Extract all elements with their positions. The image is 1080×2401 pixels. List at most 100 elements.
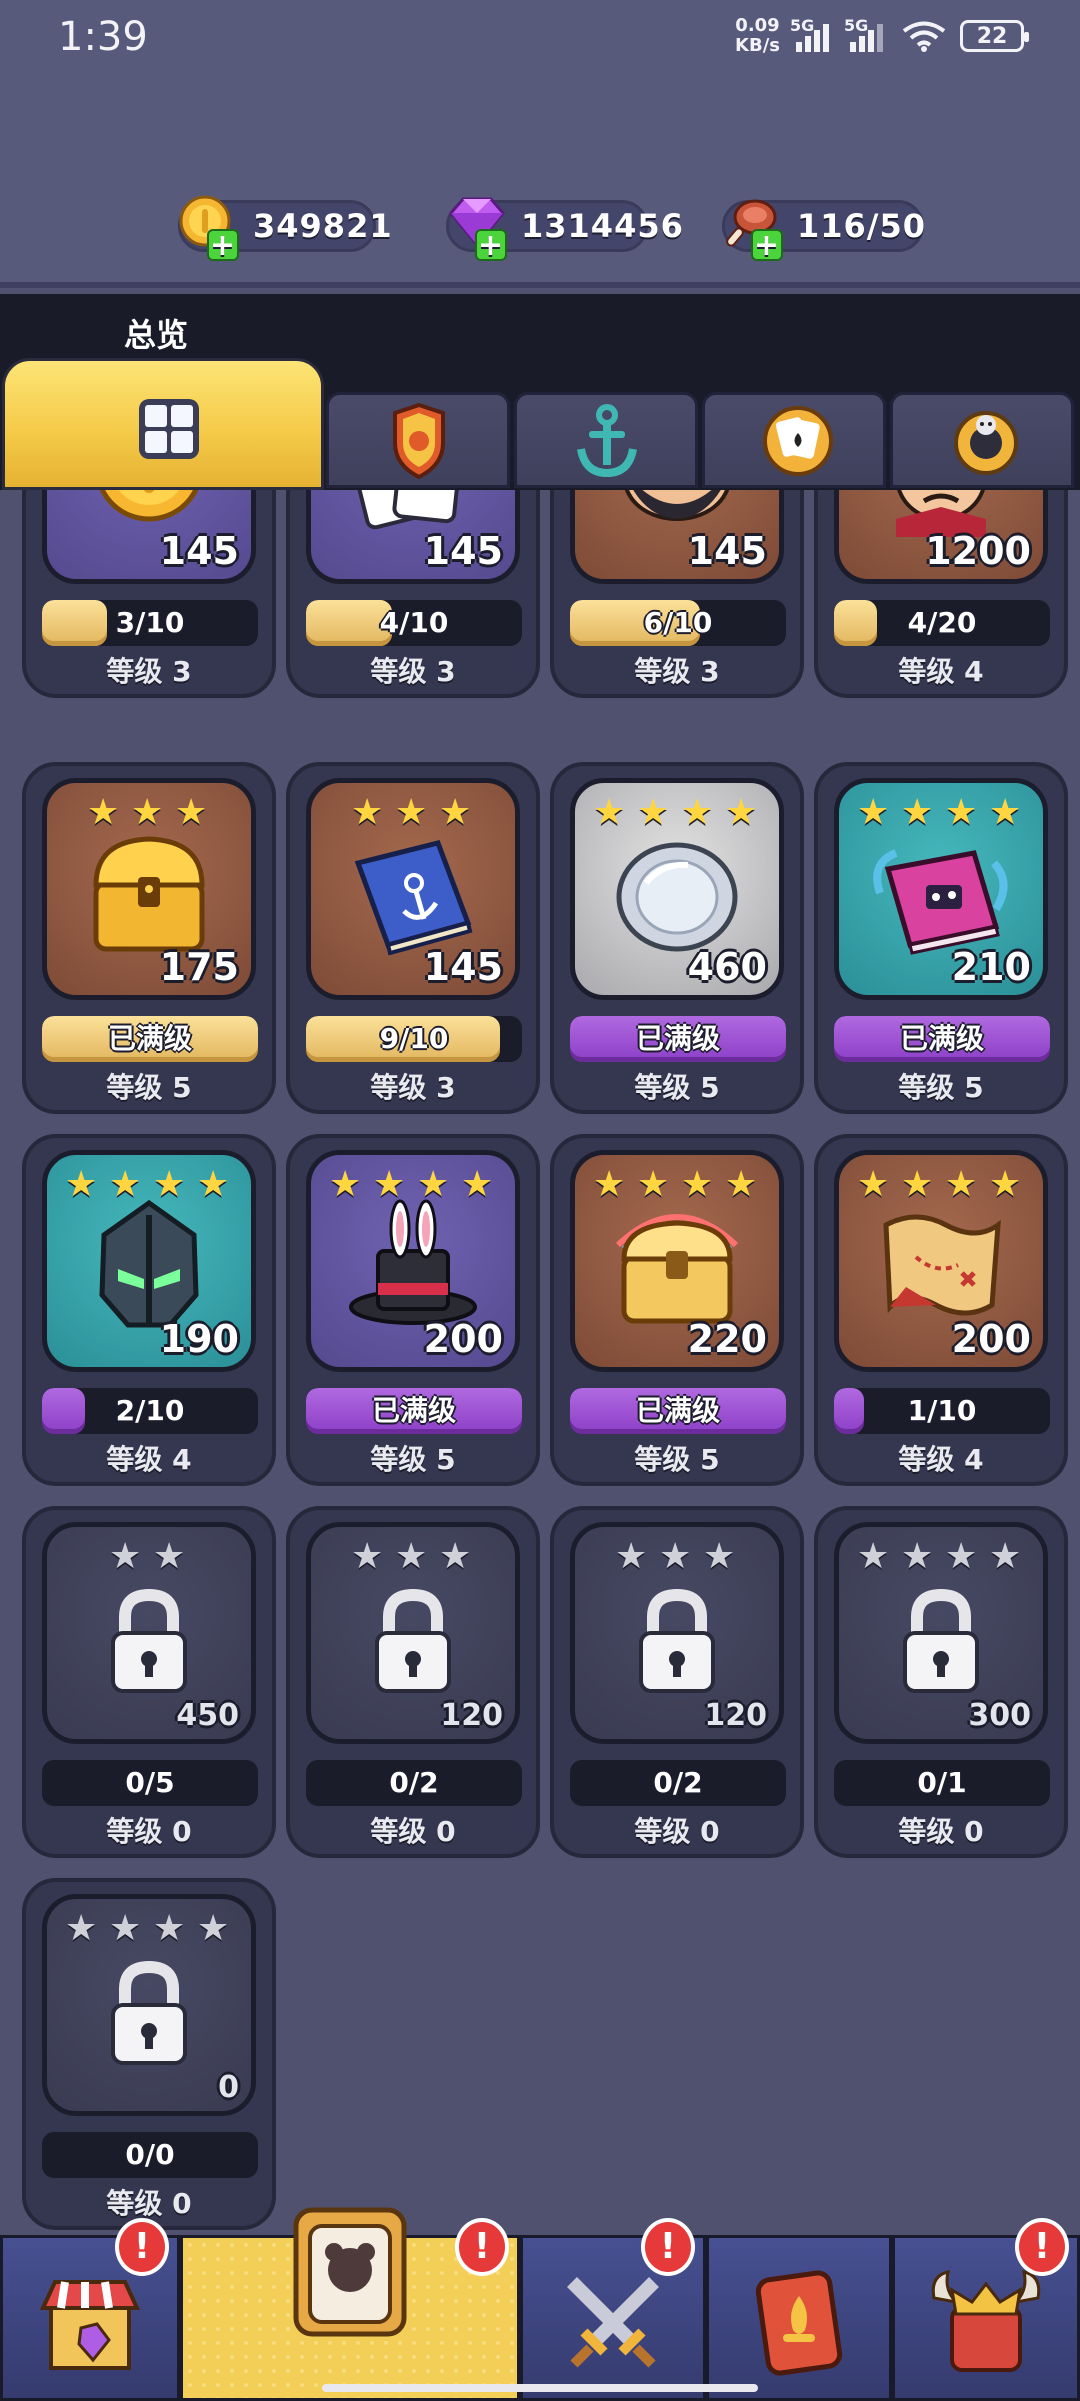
tab-cards[interactable] [702,392,886,488]
star-icon: ★ [857,1536,890,1577]
card-artwork-frame: ★ ★ ★ ★ 220 [570,1150,784,1372]
collection-card[interactable]: ★ ★ ★ ★ 200 1/10 等级 4 [814,1134,1068,1486]
progress-label: 0/2 [389,1766,439,1799]
progress-label: 0/1 [917,1766,967,1799]
tab-overview[interactable] [2,358,324,490]
coin-counter[interactable]: + 349821 [178,195,392,261]
star-icon: ★ [439,1536,472,1577]
card-cost: 210 [951,945,1031,989]
card-artwork-frame: ★ ★ ★ ★ 0 [42,1894,256,2116]
tab-anchor[interactable] [514,392,698,488]
progress-bar: 0/2 [306,1760,522,1806]
add-food-button[interactable]: + [751,229,783,261]
collection-card[interactable]: ★ ★ ★ ★ 210 已满级 等级 5 [814,762,1068,1114]
progress-label: 已满级 [107,1022,192,1055]
collection-card[interactable]: 145 6/10 等级 3 [550,490,804,698]
flame-book-icon [755,2270,843,2376]
card-cost: 175 [159,945,239,989]
progress-bar: 4/10 [306,600,522,646]
progress-bar: 已满级 [570,1016,786,1062]
collection-card[interactable]: 1200 4/20 等级 4 [814,490,1068,698]
progress-bar: 已满级 [42,1016,258,1062]
collection-card[interactable]: ★ ★ ★ ★ 0 0/0 等级 0 [22,1878,276,2230]
status-icons: 0.09 KB/s 5G 5G 22 [735,16,1029,56]
nav-collection[interactable]: ! [180,2207,520,2401]
card-cost: 0 [218,2070,239,2105]
star-icon: ★ [615,1536,648,1577]
collection-card[interactable]: ★ ★ ★ 145 9/10 等级 3 [286,762,540,1114]
card-artwork-frame: ★ ★ ★ 175 [42,778,256,1000]
collection-card[interactable]: 145 3/10 等级 3 [22,490,276,698]
progress-bar: 2/10 [42,1388,258,1434]
star-icon: ★ [153,1536,186,1577]
progress-label: 0/2 [653,1766,703,1799]
tab-pirate[interactable] [890,392,1074,488]
add-gems-button[interactable]: + [475,229,507,261]
card-cost: 145 [159,529,239,573]
collection-card[interactable]: ★ ★ ★ 120 0/2 等级 0 [550,1506,804,1858]
coin-amount: 349821 [253,207,393,245]
collection-card[interactable]: ★ ★ ★ 120 0/2 等级 0 [286,1506,540,1858]
progress-label: 已满级 [371,1394,456,1427]
collection-card[interactable]: ★ ★ ★ ★ 220 已满级 等级 5 [550,1134,804,1486]
star-icon: ★ [989,1536,1022,1577]
card-level: 等级 0 [106,2187,192,2220]
net-speed-unit: KB/s [735,35,780,56]
collection-card[interactable]: ★ ★ ★ ★ 190 2/10 等级 4 [22,1134,276,1486]
nav-clan[interactable]: ! [892,2218,1080,2401]
nav-shop[interactable]: ! [0,2218,180,2401]
progress-label: 已满级 [635,1022,720,1055]
gem-counter[interactable]: + 1314456 [446,197,683,261]
card-cost: 145 [423,945,503,989]
tab-shield[interactable] [326,392,510,488]
card-cost: 200 [951,1317,1031,1361]
star-icon: ★ [109,1908,142,1949]
nav-guild[interactable] [706,2235,892,2401]
collection-card[interactable]: 145 4/10 等级 3 [286,490,540,698]
card-level: 等级 0 [106,1815,192,1848]
add-coins-button[interactable]: + [207,229,239,261]
alert-badge: ! [115,2218,169,2276]
card-cost: 300 [968,1698,1031,1733]
card-level: 等级 5 [634,1071,720,1104]
star-rating: ★ ★ ★ ★ [839,1539,1043,1575]
signal-icon: 5G [844,16,888,52]
card-artwork-frame: ★ ★ ★ 120 [306,1522,520,1744]
progress-bar: 1/10 [834,1388,1050,1434]
progress-label: 2/10 [115,1394,185,1427]
progress-bar: 4/20 [834,600,1050,646]
alert-badge: ! [641,2218,695,2276]
collection-card[interactable]: ★ ★ ★ ★ 460 已满级 等级 5 [550,762,804,1114]
card-cost: 200 [423,1317,503,1361]
star-icon: ★ [109,1536,142,1577]
progress-label: 3/10 [115,606,185,639]
card-cost: 145 [423,529,503,573]
collection-card[interactable]: ★ ★ ★ 175 已满级 等级 5 [22,762,276,1114]
card-artwork-frame: ★ ★ ★ 145 [306,778,520,1000]
card-level: 等级 0 [898,1815,984,1848]
collection-card[interactable]: ★ ★ ★ ★ 300 0/1 等级 0 [814,1506,1068,1858]
card-artwork-frame: ★ ★ ★ ★ 210 [834,778,1048,1000]
card-cost: 190 [159,1317,239,1361]
home-indicator[interactable] [322,2384,758,2392]
card-cost: 450 [176,1698,239,1733]
card-artwork-frame: ★ ★ 450 [42,1522,256,1744]
collection-card[interactable]: ★ ★ ★ ★ 200 已满级 等级 5 [286,1134,540,1486]
tab-title: 总览 [124,316,189,354]
card-artwork-frame: 1200 [834,490,1048,584]
bottom-nav: ! ! ! ! [0,2207,1080,2401]
progress-label: 4/20 [907,606,977,639]
star-rating: ★ ★ [47,1539,251,1575]
progress-bar: 3/10 [42,600,258,646]
progress-bar: 已满级 [570,1388,786,1434]
progress-bar: 已满级 [834,1016,1050,1062]
card-level: 等级 0 [370,1815,456,1848]
collection-card[interactable]: ★ ★ 450 0/5 等级 0 [22,1506,276,1858]
star-icon: ★ [395,1536,428,1577]
nav-battle[interactable]: ! [520,2218,706,2401]
card-level: 等级 3 [370,655,456,688]
card-artwork-frame: ★ ★ ★ ★ 200 [834,1150,1048,1372]
status-time: 1:39 [58,14,148,60]
progress-label: 1/10 [907,1394,977,1427]
food-counter[interactable]: + 116/50 [722,199,925,261]
